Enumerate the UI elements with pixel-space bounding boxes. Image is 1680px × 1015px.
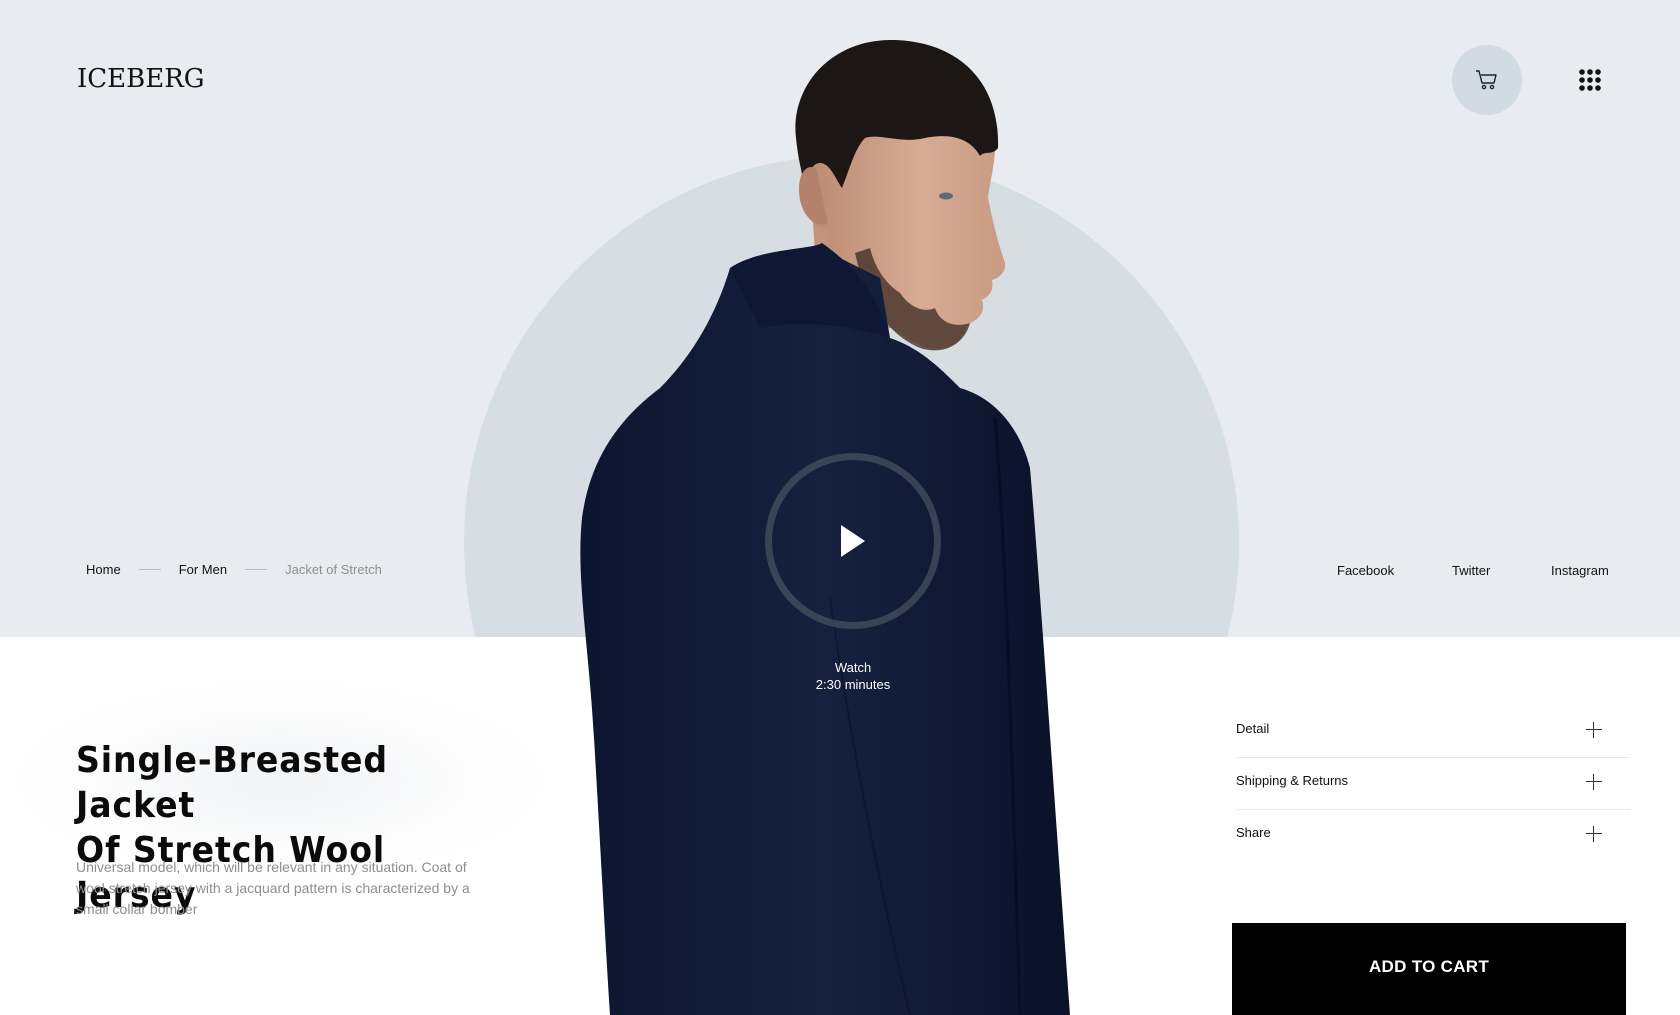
play-video-button[interactable] — [765, 453, 941, 629]
brand-logo[interactable]: ICEBERG — [77, 64, 205, 94]
video-watch-label: Watch — [834, 660, 872, 675]
product-accordion: Detail Shipping & Returns Share — [1236, 706, 1630, 862]
video-caption: Watch 2:30 minutes — [760, 659, 946, 693]
breadcrumb-current: Jacket of Stretch — [285, 562, 382, 577]
breadcrumb-for-men[interactable]: For Men — [179, 562, 227, 577]
breadcrumb: Home For Men Jacket of Stretch — [86, 562, 382, 577]
instagram-link[interactable]: Instagram — [1551, 563, 1609, 578]
accordion-label: Shipping & Returns — [1236, 773, 1349, 788]
grid-menu-icon[interactable] — [1578, 68, 1602, 92]
play-icon — [841, 525, 865, 557]
plus-icon — [1586, 774, 1602, 790]
breadcrumb-home[interactable]: Home — [86, 562, 121, 577]
add-to-cart-button[interactable]: ADD TO CART — [1232, 923, 1626, 1015]
facebook-link[interactable]: Facebook — [1337, 563, 1394, 578]
breadcrumb-separator — [245, 569, 268, 570]
accordion-label: Share — [1236, 825, 1271, 840]
breadcrumb-separator — [138, 569, 161, 570]
cart-button[interactable] — [1452, 45, 1522, 115]
video-duration: 2:30 minutes — [815, 677, 891, 692]
accordion-share[interactable]: Share — [1236, 810, 1630, 862]
twitter-link[interactable]: Twitter — [1452, 563, 1490, 578]
accordion-label: Detail — [1236, 721, 1270, 736]
product-description: Universal model, which will be relevant … — [76, 859, 470, 917]
accordion-detail[interactable]: Detail — [1236, 706, 1630, 758]
accordion-shipping-returns[interactable]: Shipping & Returns — [1236, 758, 1630, 810]
product-title-line: Single-Breasted Jacket — [76, 740, 388, 826]
plus-icon — [1586, 826, 1602, 842]
cart-icon — [1476, 70, 1497, 90]
plus-icon — [1586, 722, 1602, 738]
